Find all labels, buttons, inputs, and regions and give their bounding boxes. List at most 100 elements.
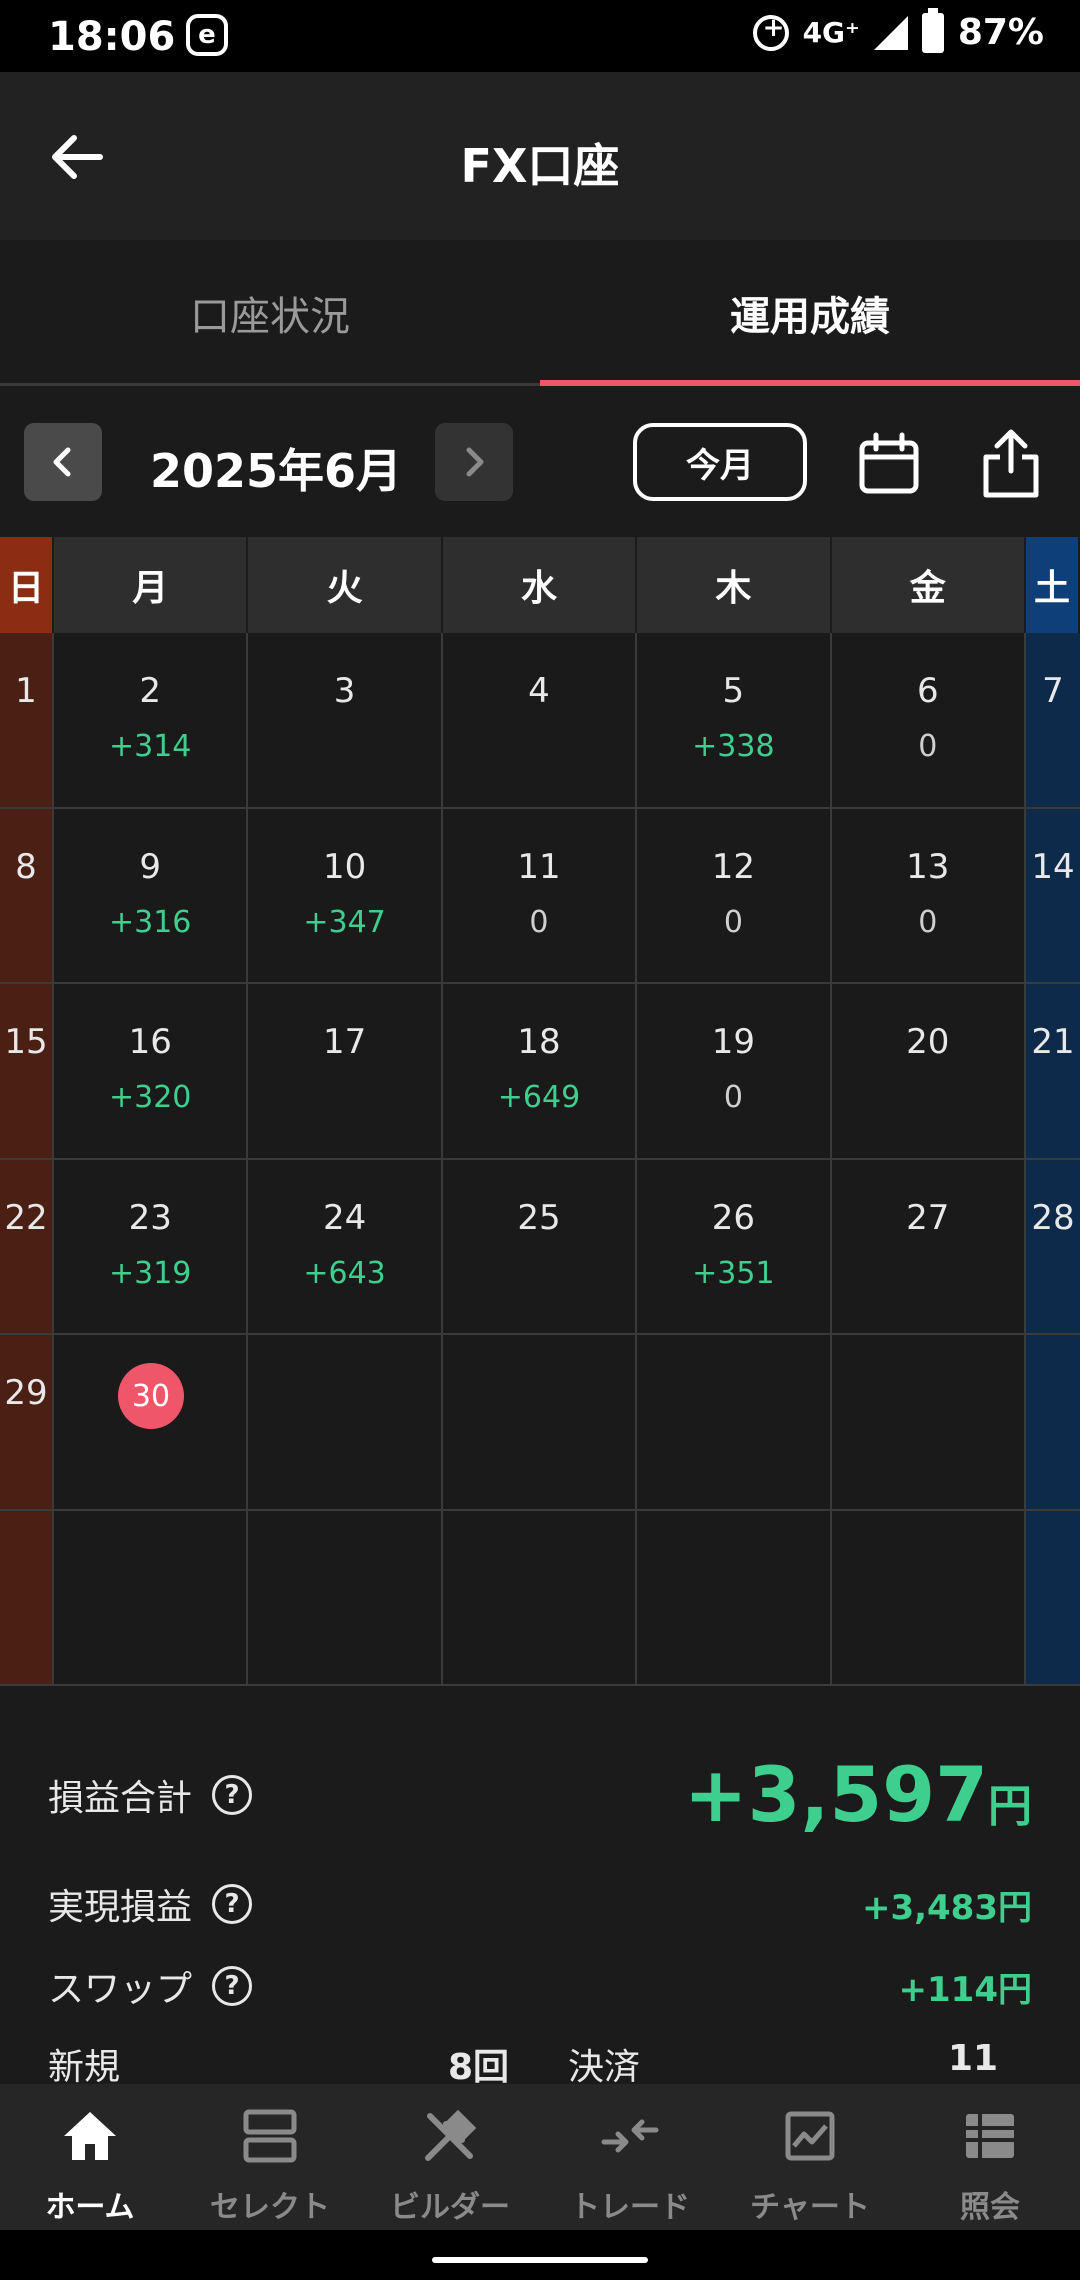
daily-pnl: +316 [108,904,192,940]
total-pnl-label: 損益合計 [48,1777,193,1819]
calendar-day-28[interactable]: 28 [1025,1159,1080,1335]
calendar-day-5[interactable]: 5 +338 [637,633,832,809]
day-number: 2 [139,671,162,711]
home-gesture-bar[interactable] [432,2257,648,2263]
calendar-day-27[interactable]: 27 [831,1159,1026,1335]
this-month-button[interactable]: 今月 [633,423,807,501]
day-number: 12 [711,846,755,887]
tab-account-status[interactable]: 口座状況 [0,240,540,386]
calendar-day-22[interactable]: 22 [0,1159,54,1335]
inquiry-icon [966,2114,1014,2158]
nav-inquiry[interactable]: 照会 [900,2084,1080,2230]
tab-bar: 口座状況 運用成績 [0,240,1080,386]
tab-performance[interactable]: 運用成績 [540,240,1080,386]
realized-pnl-value: +3,483円 [861,1887,1032,1928]
help-icon[interactable]: ? [212,1774,253,1815]
nav-builder-label: ビルダー [390,2190,510,2225]
calendar-day-20[interactable]: 20 [831,984,1026,1160]
calendar-day-6[interactable]: 60 [831,633,1026,809]
daily-pnl: +351 [692,1255,775,1291]
calendar-day-24[interactable]: 24 +643 [248,1159,443,1335]
day-number: 10 [322,846,367,887]
next-month-button[interactable] [435,423,513,501]
nav-inquiry-label: 照会 [960,2190,1020,2225]
battery-icon [921,7,944,53]
calendar-day-9[interactable]: 9 +316 [54,808,249,984]
calendar-week-row: 22 23 +319 24 +643 25 26 +351 27 28 [0,1159,1080,1335]
previous-month-button[interactable] [24,423,102,501]
total-pnl-value: +3,597 [683,1750,988,1839]
day-number: 28 [1031,1197,1075,1238]
day-number: 13 [906,846,950,887]
calendar-empty-cell [1025,1510,1080,1686]
weekday-mon: 月 [54,537,249,633]
weekday-tue: 火 [248,537,443,633]
calendar-empty-cell [831,1510,1026,1686]
day-number: 15 [4,1022,48,1062]
calendar-week-row: 8 9 +316 10 +347 11 0 12 0 13 0 14 [0,808,1080,984]
calendar-day-12[interactable]: 12 0 [637,808,832,984]
calendar-week-row: 15 16 +320 17 18 +649 19 0 20 21 [0,984,1080,1160]
calendar-day-29[interactable]: 29 [0,1335,54,1511]
calendar-day-7[interactable]: 7 [1025,633,1080,809]
calendar-empty-cell [637,1335,832,1511]
system-gesture-area [0,2230,1080,2280]
settled-trades-label: 決済 [568,2047,641,2088]
calendar-day-16[interactable]: 16 +320 [54,984,249,1160]
weekday-wed: 水 [442,537,638,633]
calendar-day-8[interactable]: 8 [0,808,54,984]
weekday-sun: 日 [0,537,54,633]
new-trades-label: 新規 [48,2047,121,2088]
calendar-day-18[interactable]: 18 +649 [442,984,638,1160]
calendar-day-15[interactable]: 15 [0,984,54,1160]
calendar-day-26[interactable]: 26 +351 [637,1159,832,1335]
weekday-thu: 木 [637,537,832,633]
day-number: 24 [322,1197,367,1238]
calendar-day-2[interactable]: 2 +314 [54,633,249,809]
daily-pnl: +314 [108,729,192,764]
calendar-day-11[interactable]: 11 0 [442,808,638,984]
nav-builder[interactable]: ビルダー [360,2084,540,2230]
share-icon[interactable] [980,427,1042,499]
current-month: 2025年6月 [150,444,403,498]
calendar-day-30[interactable]: 30 [54,1335,249,1511]
calendar-day-17[interactable]: 17 [248,984,443,1160]
help-icon[interactable]: ? [212,1884,253,1924]
help-icon[interactable]: ? [212,1966,253,2006]
trade-icon [601,2119,659,2153]
calendar-day-23[interactable]: 23 +319 [54,1159,249,1335]
select-icon [243,2109,297,2163]
calendar-day-25[interactable]: 25 [442,1159,638,1335]
calendar-day-14[interactable]: 14 [1025,808,1080,984]
day-number: 11 [517,846,561,887]
calendar-empty-cell [442,1335,638,1511]
day-number: 4 [528,671,550,711]
calendar-day-13[interactable]: 13 0 [831,808,1026,984]
calendar-day-4[interactable]: 4 [442,633,638,809]
calendar-week-row [0,1510,1080,1686]
nav-trade-label: トレード [570,2190,690,2225]
swap-row: スワップ ? +114円 [48,1960,1032,2012]
day-number: 8 [15,846,37,887]
day-number: 16 [128,1022,172,1062]
nav-select[interactable]: セレクト [180,2084,360,2230]
calendar-day-21[interactable]: 21 [1025,984,1080,1160]
calendar-day-19[interactable]: 19 0 [637,984,832,1160]
daily-pnl: +649 [497,1080,581,1115]
home-icon [64,2112,116,2160]
status-time: 18:06 [48,14,176,60]
calendar-empty-cell [248,1510,443,1686]
nav-trade[interactable]: トレード [540,2084,720,2230]
calendar-day-10[interactable]: 10 +347 [248,808,443,984]
month-navigation: 2025年6月 今月 [0,389,1080,537]
calendar-day-1[interactable]: 1 [0,633,54,809]
calendar-icon[interactable] [856,431,922,497]
calendar-day-3[interactable]: 3 [248,633,443,809]
day-number: 6 [916,671,939,711]
day-number: 20 [906,1022,950,1062]
builder-icon [425,2109,477,2161]
day-number: 29 [4,1373,48,1413]
nav-home[interactable]: ホーム [0,2084,180,2230]
nav-chart[interactable]: チャート [720,2084,900,2230]
calendar-week-row: 29 30 [0,1335,1080,1511]
